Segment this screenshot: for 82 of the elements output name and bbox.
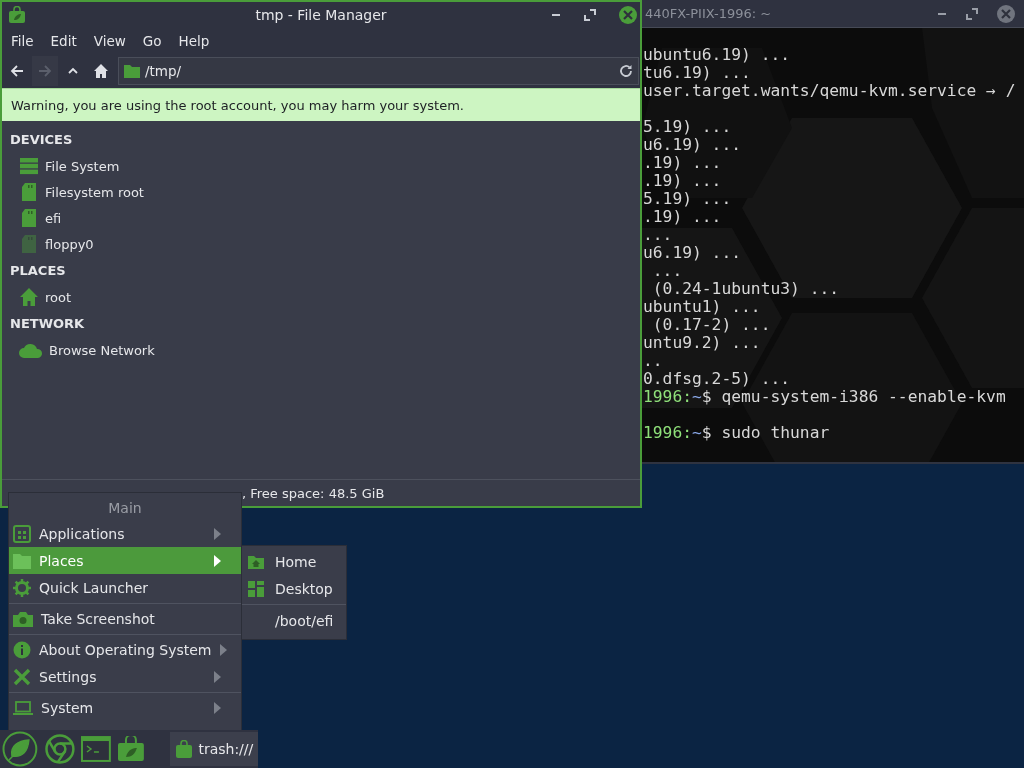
- grid-icon: [248, 580, 264, 597]
- terminal-line: u6.19) ...: [643, 136, 742, 154]
- sidebar-item[interactable]: root: [2, 284, 78, 310]
- menu-item[interactable]: /boot/efi: [242, 607, 346, 634]
- bag-icon: [176, 740, 193, 758]
- bag-icon: [8, 5, 26, 24]
- menu-title: Main: [108, 499, 142, 518]
- folder-icon: [124, 64, 140, 78]
- sidebar-item[interactable]: floppy0: [2, 231, 100, 257]
- leaf-icon[interactable]: [1, 731, 39, 767]
- close-icon[interactable]: [618, 4, 638, 25]
- house-icon: [19, 287, 39, 307]
- terminal-line: ...: [651, 262, 683, 280]
- terminal-line: ...: [643, 226, 673, 244]
- grid-icon: [13, 524, 31, 543]
- menu-item[interactable]: Applications: [9, 520, 241, 547]
- terminal-line: ubuntu6.19) ...: [643, 46, 791, 64]
- cloud-icon: [19, 341, 43, 359]
- terminal-line: ubuntu1) ...: [643, 298, 761, 316]
- home-folder-icon: [248, 554, 264, 569]
- arrow-right-icon: [37, 63, 53, 79]
- gear-icon: [13, 578, 31, 597]
- warning-text: Warning, you are using the root account, you may harm your system.: [11, 97, 464, 113]
- laptop-icon: [13, 699, 33, 716]
- house-icon: [93, 63, 109, 79]
- terminal-line: (0.17-2) ...: [651, 316, 771, 334]
- window-title: 440FX-PIIX-1996: ~: [645, 6, 773, 21]
- menu-item[interactable]: View: [85, 29, 135, 52]
- status-text: , Free space: 48.5 GiB: [242, 485, 385, 501]
- menu-item[interactable]: About Operating System: [9, 636, 241, 663]
- submenu-arrow-icon: [214, 670, 221, 683]
- sidebar-heading: DEVICES: [9, 131, 73, 149]
- menu-item[interactable]: Places: [9, 547, 241, 574]
- arrow-left-icon: [9, 63, 25, 79]
- terminal-line: 0.dfsg.2-5) ...: [643, 370, 791, 388]
- terminal-line: .19) ...: [643, 208, 722, 226]
- terminal-line: ..: [643, 352, 663, 370]
- sidebar-item[interactable]: File System: [2, 153, 126, 179]
- info-icon: [13, 640, 31, 659]
- terminal-line: 5.19) ...: [643, 118, 732, 136]
- terminal-icon[interactable]: [80, 736, 111, 762]
- terminal-line: 1996:~$ qemu-system-i386 --enable-kvm: [643, 388, 1006, 406]
- close-icon[interactable]: [996, 3, 1016, 24]
- terminal-line: tu6.19) ...: [643, 64, 751, 82]
- menu-item[interactable]: Go: [134, 29, 171, 52]
- camera-icon: [13, 610, 33, 627]
- window-title: tmp - File Manager: [255, 6, 387, 23]
- menu-item[interactable]: Settings: [9, 663, 241, 690]
- task-button[interactable]: trash:///: [170, 732, 258, 766]
- menu-item[interactable]: System: [9, 694, 241, 721]
- sidebar-item[interactable]: Browse Network: [2, 337, 161, 363]
- menu-item[interactable]: Quick Launcher: [9, 574, 241, 601]
- submenu-arrow-icon: [219, 643, 227, 656]
- terminal-line: .19) ...: [643, 154, 722, 172]
- terminal-line: 1996:~$ sudo thunar: [643, 424, 830, 442]
- maximize-icon[interactable]: [584, 8, 596, 21]
- terminal-line: untu9.2) ...: [643, 334, 761, 352]
- maximize-icon[interactable]: [966, 7, 978, 20]
- terminal-line: 5.19) ...: [643, 190, 732, 208]
- sidebar-item[interactable]: efi: [2, 205, 68, 231]
- menu-item[interactable]: Desktop: [242, 575, 346, 602]
- folder-icon: [13, 552, 31, 569]
- tools-icon: [13, 667, 31, 686]
- submenu-arrow-icon: [214, 554, 221, 567]
- submenu-arrow-icon: [214, 701, 221, 714]
- sidebar-heading: NETWORK: [9, 315, 85, 333]
- menu-item[interactable]: Home: [242, 548, 346, 575]
- terminal-line: u6.19) ...: [643, 244, 742, 262]
- browser-icon[interactable]: [44, 734, 75, 764]
- reload-icon[interactable]: [619, 64, 633, 78]
- terminal-line: (0.24-1ubuntu3) ...: [651, 280, 840, 298]
- menu-item[interactable]: Edit: [42, 29, 86, 52]
- menu-item[interactable]: File: [3, 29, 43, 52]
- submenu-arrow-icon: [214, 527, 221, 540]
- terminal-line: .19) ...: [643, 172, 722, 190]
- location-field[interactable]: /tmp/: [118, 57, 639, 85]
- sidebar-heading: PLACES: [9, 262, 66, 280]
- terminal-line: user.target.wants/qemu-kvm.service → /: [643, 82, 1016, 100]
- menu-item[interactable]: Help: [170, 29, 219, 52]
- sidebar-item[interactable]: Filesystem root: [2, 179, 150, 205]
- menu-item[interactable]: Take Screenshot: [9, 605, 241, 632]
- bag-icon[interactable]: [116, 736, 145, 762]
